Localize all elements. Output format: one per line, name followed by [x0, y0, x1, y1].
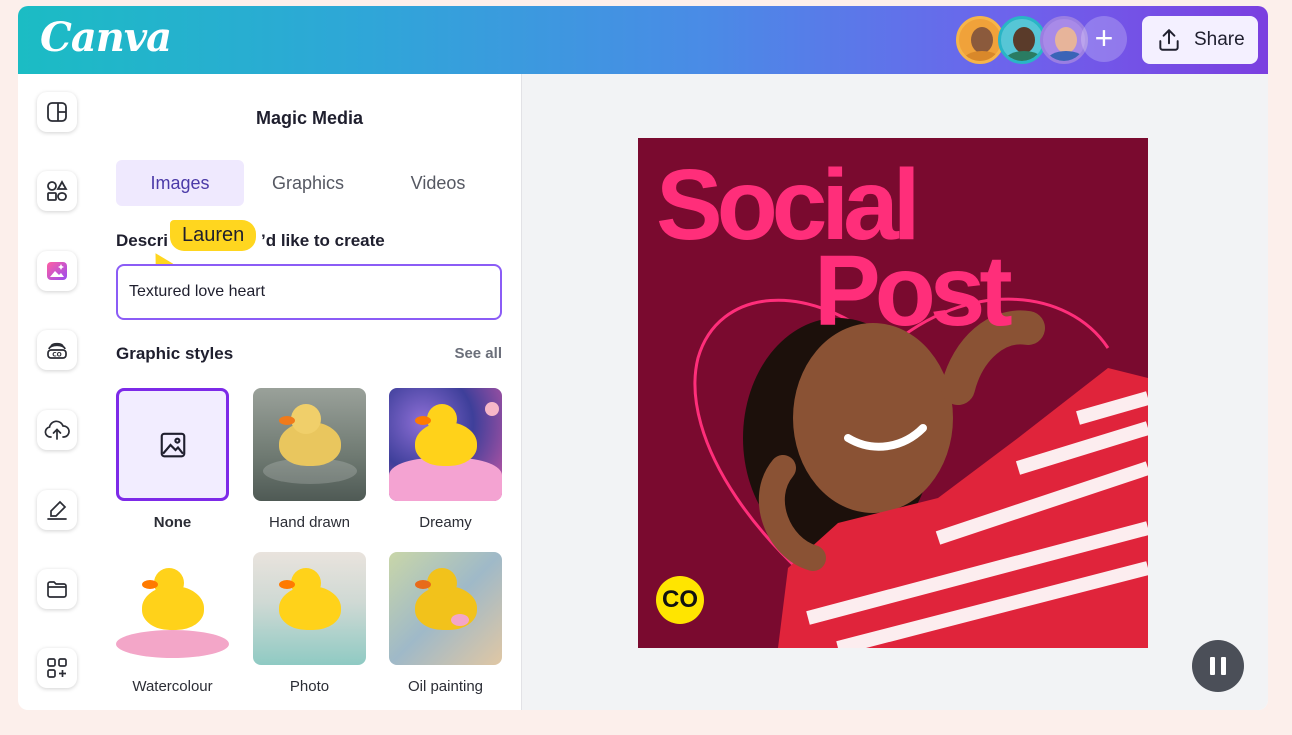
magic-media-panel: Magic Media Images Graphics Videos Descr…: [98, 74, 521, 710]
brand-icon: CO: [47, 342, 67, 359]
rail-elements-button[interactable]: [37, 171, 77, 211]
rail-upload-button[interactable]: [37, 410, 77, 450]
media-tabs: Images Graphics Videos: [116, 160, 502, 206]
describe-label-start: Descri: [116, 231, 168, 250]
see-all-link[interactable]: See all: [454, 345, 502, 362]
pause-button[interactable]: [1192, 640, 1244, 692]
style-label-oil-painting: Oil painting: [407, 678, 484, 695]
style-thumb-dreamy: [389, 388, 502, 501]
magic-media-icon: [47, 262, 67, 280]
tab-videos[interactable]: Videos: [374, 160, 502, 206]
tab-graphics[interactable]: Graphics: [244, 160, 372, 206]
panel-title: Magic Media: [255, 108, 364, 128]
style-label-none: None: [153, 514, 192, 531]
style-thumb-none: [116, 388, 229, 501]
pause-icon: [1207, 657, 1229, 675]
canva-editor: Canva + Share CO Magic Media Images Grap…: [18, 6, 1268, 710]
style-label-hand-drawn: Hand drawn: [269, 514, 350, 531]
svg-text:CO: CO: [52, 352, 62, 359]
apps-icon: [47, 658, 67, 678]
elements-icon: [47, 180, 68, 201]
design-canvas-area: Social Post CO: [522, 74, 1268, 710]
tab-images[interactable]: Images: [116, 160, 244, 206]
share-upload-icon: [1159, 29, 1179, 51]
layout-icon: [47, 102, 67, 122]
rail-magic-media-button[interactable]: [37, 251, 77, 291]
style-tile-photo[interactable]: Photo: [253, 552, 366, 695]
social-post-design[interactable]: Social Post CO: [638, 138, 1148, 648]
headline-line-2: Post: [814, 235, 1013, 347]
prompt-input[interactable]: [116, 264, 502, 320]
folder-icon: [47, 581, 67, 598]
style-thumb-oil-painting: [389, 552, 502, 665]
draw-icon: [47, 500, 67, 520]
style-thumb-watercolour: [116, 552, 229, 665]
style-label-photo: Photo: [289, 678, 330, 695]
collaborator-cursor-label: Lauren: [170, 220, 257, 251]
style-tile-dreamy[interactable]: Dreamy: [389, 388, 502, 531]
style-tile-watercolour[interactable]: Watercolour: [116, 552, 229, 695]
collaborator-avatar-1[interactable]: [956, 16, 1004, 64]
style-tile-hand-drawn[interactable]: Hand drawn: [253, 388, 366, 531]
brand-mark-logo: CO: [656, 576, 704, 624]
style-tile-none[interactable]: None: [116, 388, 229, 531]
graphic-styles-title: Graphic styles: [116, 344, 234, 363]
rail-brand-button[interactable]: CO: [37, 330, 77, 370]
describe-label-end: ’d like to create: [260, 231, 385, 250]
style-label-watercolour: Watercolour: [132, 678, 213, 695]
rail-apps-button[interactable]: [37, 648, 77, 688]
style-label-dreamy: Dreamy: [419, 514, 472, 531]
rail-draw-button[interactable]: [37, 490, 77, 530]
add-collaborator-button[interactable]: +: [1081, 16, 1127, 62]
upload-icon: [44, 420, 70, 440]
image-placeholder-icon: [160, 432, 185, 457]
style-thumb-photo: [253, 552, 366, 665]
rail-projects-button[interactable]: [37, 569, 77, 609]
side-rail: CO: [18, 74, 98, 710]
canva-logo[interactable]: Canva: [40, 14, 172, 61]
collaborator-avatar-2[interactable]: [998, 16, 1046, 64]
style-thumb-hand-drawn: [253, 388, 366, 501]
share-label: Share: [1194, 29, 1245, 50]
top-bar: Canva + Share: [18, 6, 1268, 74]
share-button[interactable]: Share: [1142, 16, 1258, 64]
style-tile-oil-painting[interactable]: Oil painting: [389, 552, 502, 695]
rail-layout-button[interactable]: [37, 92, 77, 132]
